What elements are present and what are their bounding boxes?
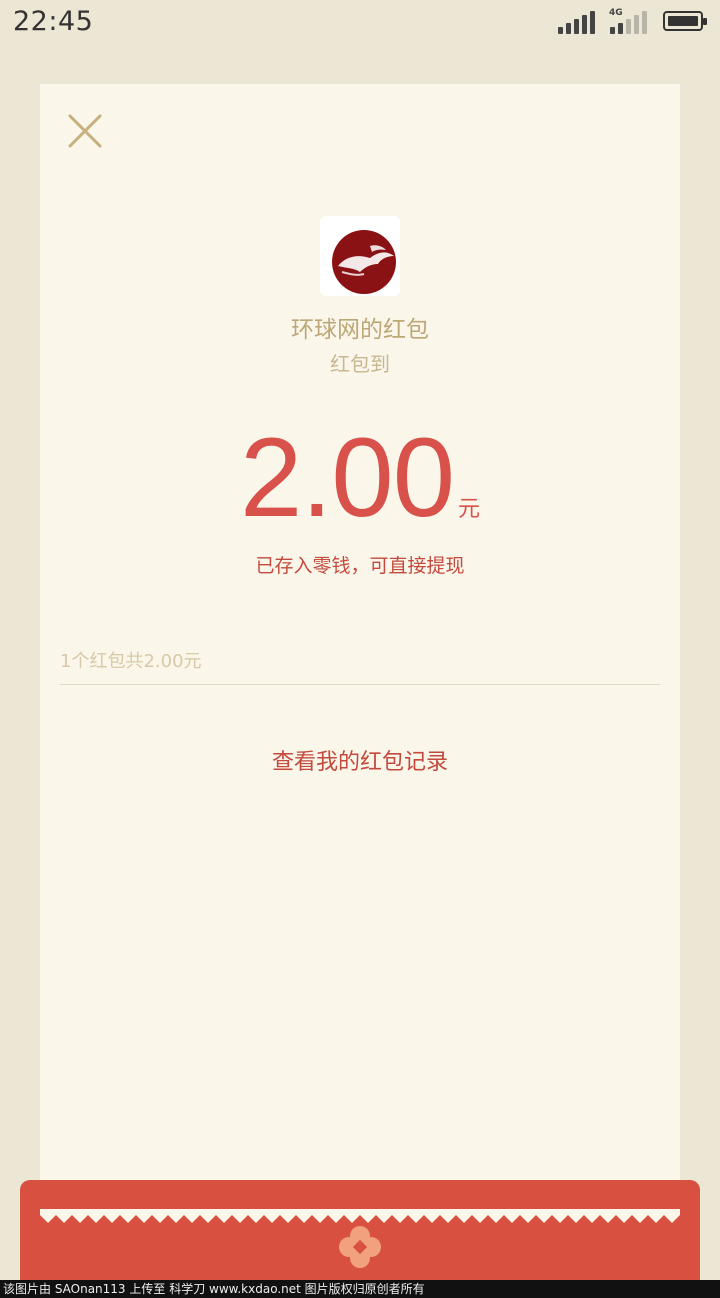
- divider: [60, 684, 660, 685]
- signal-4g-icon: [610, 10, 650, 34]
- deposit-hint: 已存入零钱，可直接提现: [255, 555, 465, 577]
- watermark-footer: 该图片由 SAOnan113 上传至 科学刀 www.kxdao.net 图片版…: [0, 1280, 720, 1298]
- amount-block: 2.00 元: [40, 422, 680, 534]
- zigzag-edge: [40, 1209, 680, 1223]
- signal-icon: [558, 10, 598, 34]
- status-time: 22:45: [13, 6, 94, 37]
- amount-unit: 元: [457, 497, 480, 522]
- packet-summary: 1个红包共2.00元: [60, 651, 202, 672]
- sender-name: 环球网的红包: [291, 317, 429, 343]
- close-icon[interactable]: [65, 111, 105, 151]
- battery-icon: [663, 11, 707, 31]
- sender-avatar: [320, 216, 400, 296]
- amount-value: 2.00: [240, 415, 455, 540]
- status-bar: 22:45 4G: [0, 0, 720, 44]
- red-packet-card: 环球网的红包 红包到 2.00 元 已存入零钱，可直接提现 1个红包共2.00元 …: [40, 84, 680, 1219]
- flower-icon[interactable]: [337, 1224, 383, 1270]
- packet-subtitle: 红包到: [330, 352, 390, 376]
- view-records-link[interactable]: 查看我的红包记录: [40, 744, 680, 776]
